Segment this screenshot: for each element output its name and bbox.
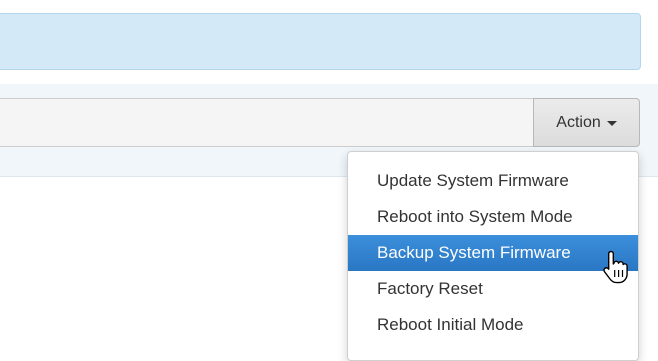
menu-item-factory-reset[interactable]: Factory Reset xyxy=(348,271,638,307)
menu-item-reboot-into-system-mode[interactable]: Reboot into System Mode xyxy=(348,199,638,235)
info-alert xyxy=(0,13,641,70)
action-dropdown-menu: Update System Firmware Reboot into Syste… xyxy=(347,151,639,361)
hand-pointer-icon xyxy=(603,250,628,284)
menu-item-backup-system-firmware[interactable]: Backup System Firmware xyxy=(348,235,638,271)
action-button[interactable]: Action xyxy=(533,98,640,147)
firmware-input-bar xyxy=(0,98,536,147)
caret-down-icon xyxy=(606,121,617,126)
menu-item-reboot-initial-mode[interactable]: Reboot Initial Mode xyxy=(348,307,638,343)
action-button-label: Action xyxy=(556,113,601,131)
page-background xyxy=(0,0,658,13)
menu-item-update-system-firmware[interactable]: Update System Firmware xyxy=(348,163,638,199)
